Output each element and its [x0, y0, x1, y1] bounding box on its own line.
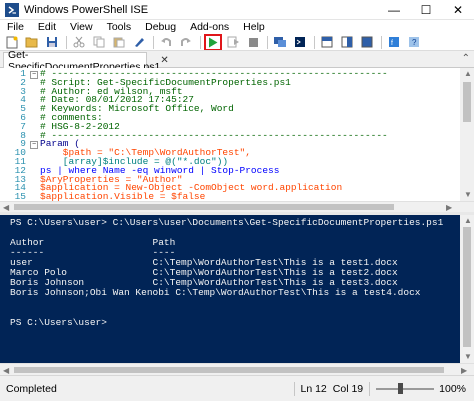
- chevron-down-icon[interactable]: ▼: [464, 352, 472, 361]
- scrollbar-thumb[interactable]: [463, 82, 471, 122]
- status-separator: [369, 381, 371, 396]
- title-bar: Windows PowerShell ISE — ☐ ✕: [0, 0, 474, 20]
- code-area[interactable]: # --------------------------------------…: [30, 68, 460, 201]
- maximize-button[interactable]: ☐: [410, 0, 442, 20]
- line-indicator: Ln 12: [300, 382, 327, 395]
- chevron-down-icon[interactable]: ▼: [464, 190, 472, 199]
- chevron-right-icon[interactable]: ▶: [446, 203, 452, 212]
- script-tab-bar: Get-SpecificDocumentProperties.ps1 ✕ ⌃: [0, 49, 474, 73]
- console-line: Boris Johnson;Obi Wan Kenobi C:\Temp\Wor…: [10, 287, 421, 298]
- window-title: Windows PowerShell ISE: [24, 3, 149, 16]
- menu-help[interactable]: Help: [236, 20, 272, 34]
- run-icon[interactable]: [204, 33, 222, 51]
- code-line: # --------------------------------------…: [40, 129, 388, 141]
- stop-icon[interactable]: [244, 34, 262, 50]
- zoom-control[interactable]: 100%: [376, 382, 466, 395]
- scrollbar-thumb[interactable]: [14, 367, 444, 373]
- editor-vertical-scrollbar[interactable]: ▲ ▼: [460, 68, 474, 201]
- chevron-left-icon[interactable]: ◀: [3, 203, 9, 212]
- menu-debug[interactable]: Debug: [138, 20, 183, 34]
- redo-icon[interactable]: [177, 34, 195, 50]
- scrollbar-thumb[interactable]: [463, 227, 471, 347]
- menu-tools[interactable]: Tools: [100, 20, 139, 34]
- chevron-up-icon[interactable]: ⌃: [462, 53, 470, 64]
- menu-file[interactable]: File: [0, 20, 31, 34]
- close-button[interactable]: ✕: [442, 0, 474, 20]
- toolbar-separator: [200, 35, 201, 49]
- toolbar-separator: [381, 35, 382, 49]
- script-editor[interactable]: 1 2 3 4 5 6 7 8 9 10 11 12 13 14 15 − − …: [0, 68, 474, 212]
- console-pane[interactable]: PS C:\Users\user> C:\Users\user\Document…: [0, 215, 474, 363]
- show-script-right-icon[interactable]: [338, 34, 356, 50]
- show-script-pane-icon[interactable]: [318, 34, 336, 50]
- svg-text:f: f: [391, 40, 393, 47]
- chevron-left-icon[interactable]: ◀: [3, 366, 9, 375]
- zoom-slider-handle[interactable]: [398, 382, 404, 394]
- chevron-up-icon[interactable]: ▲: [464, 69, 472, 78]
- console-prompt[interactable]: PS C:\Users\user>: [10, 318, 107, 328]
- menu-view[interactable]: View: [63, 20, 100, 34]
- toolbar-separator: [66, 35, 67, 49]
- svg-text:?: ?: [412, 38, 417, 47]
- help-icon[interactable]: ?: [405, 34, 423, 50]
- menu-bar: File Edit View Tools Debug Add-ons Help: [0, 20, 474, 34]
- line-number-gutter: 1 2 3 4 5 6 7 8 9 10 11 12 13 14 15: [0, 68, 28, 201]
- powershell-launch-icon[interactable]: [291, 34, 309, 50]
- toolbar-separator: [153, 35, 154, 49]
- powershell-icon: [5, 2, 19, 17]
- toolbar-separator: [267, 35, 268, 49]
- console-horizontal-scrollbar[interactable]: ◀ ▶: [0, 363, 474, 375]
- column-indicator: Col 19: [332, 382, 364, 395]
- console-vertical-scrollbar[interactable]: ▲ ▼: [460, 215, 474, 363]
- tab-close-icon[interactable]: ✕: [160, 55, 168, 66]
- remote-icon[interactable]: [271, 34, 289, 50]
- tab-script[interactable]: Get-SpecificDocumentProperties.ps1 ✕: [3, 49, 169, 73]
- status-separator: [293, 381, 295, 396]
- zoom-level: 100%: [439, 382, 466, 395]
- scrollbar-thumb[interactable]: [14, 204, 394, 210]
- editor-horizontal-scrollbar[interactable]: ◀ ▶: [0, 201, 474, 212]
- show-script-max-icon[interactable]: [358, 34, 376, 50]
- menu-addons[interactable]: Add-ons: [183, 20, 236, 34]
- status-text: Completed: [6, 382, 57, 395]
- run-selection-icon[interactable]: [224, 34, 242, 50]
- command-addon-icon[interactable]: f: [385, 34, 403, 50]
- status-bar: Completed Ln 12 Col 19 100%: [0, 375, 474, 401]
- menu-edit[interactable]: Edit: [31, 20, 63, 34]
- chevron-right-icon[interactable]: ▶: [461, 366, 467, 375]
- console-line: PS C:\Users\user> C:\Users\user\Document…: [10, 217, 444, 228]
- toolbar-separator: [314, 35, 315, 49]
- zoom-slider[interactable]: [376, 382, 435, 394]
- minimize-button[interactable]: —: [378, 0, 410, 20]
- chevron-up-icon[interactable]: ▲: [464, 216, 472, 225]
